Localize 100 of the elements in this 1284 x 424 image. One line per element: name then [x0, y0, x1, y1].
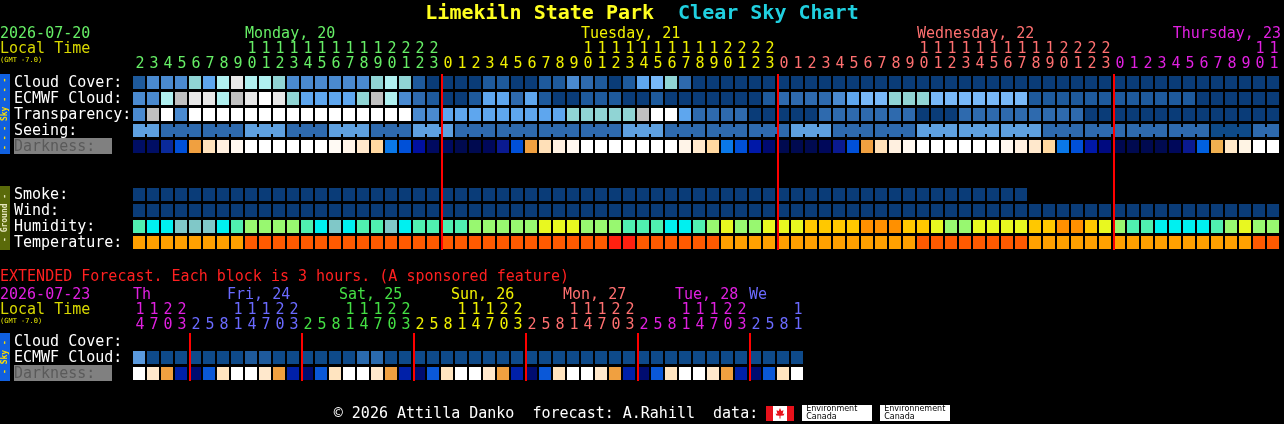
hour-label: 3 — [485, 56, 495, 71]
hour-label: 2 — [639, 317, 649, 332]
hour-label: 7 — [877, 56, 887, 71]
hour-label: 11 — [569, 302, 579, 332]
hour-label: 2 — [415, 317, 425, 332]
hour-label: 23 — [625, 302, 635, 332]
hour-label: 18 — [1031, 41, 1041, 71]
hour-label: 0 — [1115, 56, 1125, 71]
hour-label: 20 — [1059, 41, 1069, 71]
band-label: - Ground - — [0, 186, 10, 250]
hour-label: 8 — [219, 317, 229, 332]
hour-label: 11 — [457, 302, 467, 332]
hour-label: 3 — [821, 56, 831, 71]
hour-label: 8 — [1227, 56, 1237, 71]
hour-label: 1 — [793, 56, 803, 71]
hour-label: 7 — [205, 56, 215, 71]
day-label: Sun, 26 — [451, 287, 515, 302]
hour-label: 13 — [625, 41, 635, 71]
hour-label: 18 — [359, 41, 369, 71]
hour-label: 19 — [709, 41, 719, 71]
day-label: Thursday, 23 — [1172, 26, 1281, 41]
row-label: Cloud Cover: — [14, 74, 124, 90]
hour-label: 2 — [303, 317, 313, 332]
hour-label: 4 — [163, 56, 173, 71]
hour-label: 10 — [919, 41, 929, 71]
hour-label: 22 — [751, 41, 761, 71]
hour-label: 22 — [415, 41, 425, 71]
forecast-date: 2026-07-23 — [0, 287, 92, 302]
hour-label: 20 — [611, 302, 621, 332]
hour-label: 6 — [1199, 56, 1209, 71]
extended-note: EXTENDED Forecast. Each block is 3 hours. (A sponsored feature) — [0, 268, 570, 284]
hour-label: 17 — [681, 41, 691, 71]
hour-label: 2 — [135, 56, 145, 71]
hour-label: 0 — [443, 56, 453, 71]
hour-label: 13 — [289, 41, 299, 71]
hour-label: 21 — [1073, 41, 1083, 71]
hour-label: 1 — [1129, 56, 1139, 71]
hour-label: 12 — [947, 41, 957, 71]
hour-label: 6 — [863, 56, 873, 71]
hour-label: 5 — [205, 317, 215, 332]
hour-label: 15 — [989, 41, 999, 71]
hour-label: 11 — [261, 41, 271, 71]
agency-name: Environment Canada — [802, 405, 873, 421]
band-label: - Sky - — [0, 333, 10, 381]
hour-label: 20 — [723, 302, 733, 332]
day-label: Tue, 28 — [675, 287, 739, 302]
hour-label: 23 — [737, 302, 747, 332]
hour-label: 16 — [1003, 41, 1013, 71]
hour-label: 5 — [765, 317, 775, 332]
band-label: - - - Sky - - - — [0, 74, 10, 154]
day-label: Sat, 25 — [339, 287, 403, 302]
hour-label: 3 — [1157, 56, 1167, 71]
hour-label: 20 — [499, 302, 509, 332]
hour-label: 13 — [961, 41, 971, 71]
hour-label: 7 — [1213, 56, 1223, 71]
hour-label: 14 — [975, 41, 985, 71]
hour-label: 5 — [541, 317, 551, 332]
row-label: Humidity: — [14, 218, 96, 234]
hour-label: 14 — [247, 302, 257, 332]
time-label: Local Time — [0, 302, 92, 317]
hour-label: 7 — [541, 56, 551, 71]
hour-label: 23 — [765, 41, 775, 71]
hour-label: 20 — [387, 302, 397, 332]
hour-label: 20 — [275, 302, 285, 332]
hour-label: 2 — [807, 56, 817, 71]
forecast-date: 2026-07-20 — [0, 26, 92, 41]
hour-label: 21 — [737, 41, 747, 71]
hour-label: 12 — [611, 41, 621, 71]
hour-label: 21 — [401, 41, 411, 71]
hour-label: 17 — [149, 302, 159, 332]
hour-label: 2 — [471, 56, 481, 71]
hour-label: 5 — [513, 56, 523, 71]
hour-label: 2 — [751, 317, 761, 332]
hour-label: 9 — [905, 56, 915, 71]
hour-label: 6 — [527, 56, 537, 71]
flag-icon — [766, 405, 795, 421]
hour-label: 15 — [317, 41, 327, 71]
hour-label: 11 — [233, 302, 243, 332]
hour-label: 23 — [429, 41, 439, 71]
hour-label: 8 — [667, 317, 677, 332]
hour-label: 8 — [555, 56, 565, 71]
hour-label: 5 — [177, 56, 187, 71]
hour-label: 5 — [849, 56, 859, 71]
hour-label: 14 — [303, 41, 313, 71]
row-label: Seeing: — [14, 122, 78, 138]
row-label: Temperature: — [14, 234, 124, 250]
hour-label: 5 — [653, 317, 663, 332]
hour-label: 5 — [429, 317, 439, 332]
hour-label: 23 — [401, 302, 411, 332]
hour-label: 8 — [555, 317, 565, 332]
hour-label: 16 — [331, 41, 341, 71]
hour-label: 11 — [345, 302, 355, 332]
day-label: Fri, 24 — [227, 287, 291, 302]
time-label: Local Time — [0, 41, 92, 56]
hour-label: 4 — [1171, 56, 1181, 71]
hour-label: 11 — [933, 41, 943, 71]
hour-label: 14 — [471, 302, 481, 332]
park-name: Limekiln State Park — [425, 0, 655, 24]
row-label: Smoke: — [14, 186, 70, 202]
hour-label: 11 — [793, 302, 803, 332]
